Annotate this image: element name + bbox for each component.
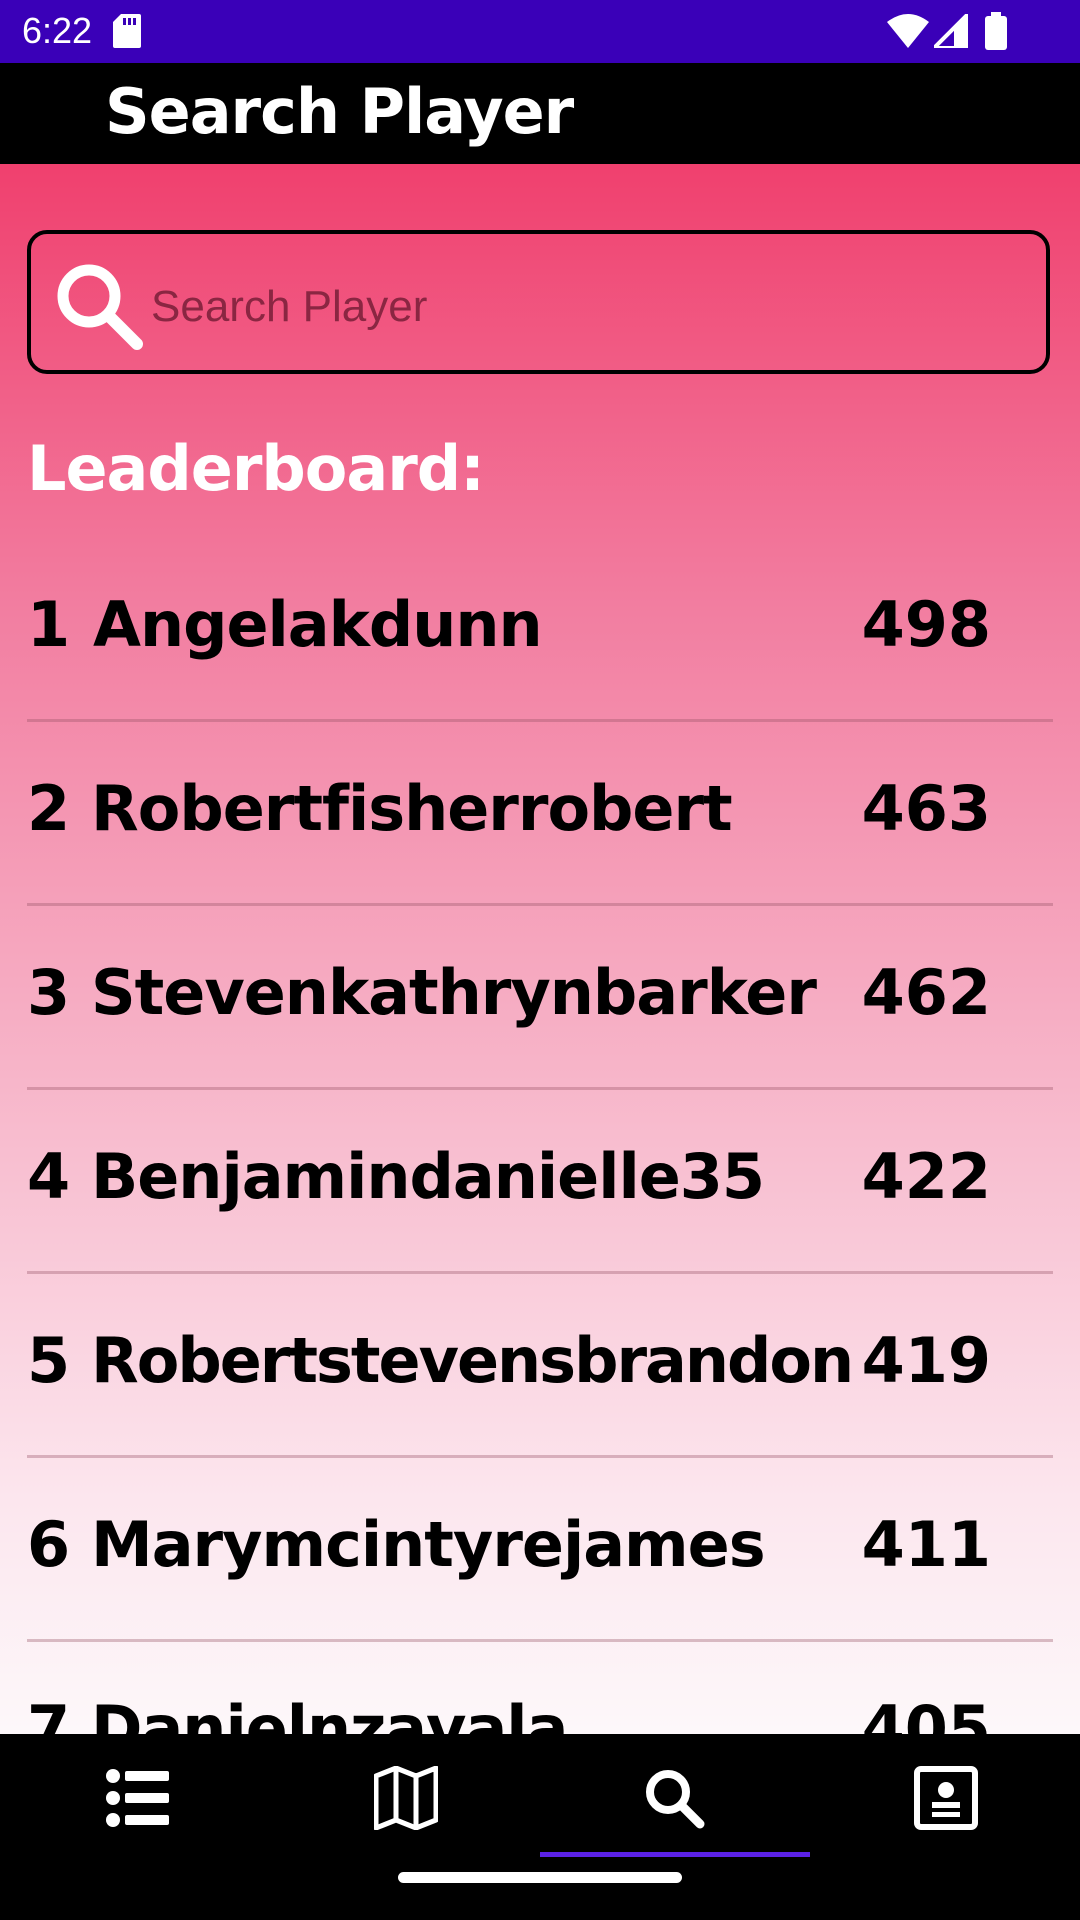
rank: 6 (27, 1508, 71, 1581)
player-name: Danielnzavala (91, 1692, 568, 1734)
app-bar: Search Player (0, 63, 1080, 164)
rank: 2 (27, 772, 71, 845)
search-input[interactable] (149, 262, 1013, 352)
rank: 7 (27, 1692, 71, 1734)
player-score: 463 (861, 772, 991, 845)
list-icon (106, 1769, 169, 1827)
leaderboard-title: Leaderboard: (27, 432, 485, 505)
rank: 5 (27, 1324, 71, 1397)
nav-item-profile[interactable] (869, 1756, 1019, 1840)
battery-icon (985, 12, 1007, 50)
status-bar: 6:22 (0, 0, 1080, 63)
search-box[interactable] (27, 230, 1050, 374)
player-name: Robertfisherrobert (91, 772, 733, 845)
nav-item-search[interactable] (597, 1756, 747, 1840)
player-score: 419 (861, 1324, 991, 1397)
nav-item-map[interactable] (329, 1756, 479, 1840)
rank: 4 (27, 1140, 71, 1213)
list-item[interactable]: 1 Angelakdunn 498 (27, 538, 1053, 722)
status-time: 6:22 (22, 10, 93, 51)
profile-icon (914, 1766, 978, 1830)
search-icon (646, 1770, 705, 1829)
player-score: 498 (861, 588, 991, 661)
player-name: Benjamindanielle35 (91, 1140, 765, 1213)
rank: 3 (27, 956, 71, 1029)
wifi-icon (887, 14, 929, 48)
list-item[interactable]: 4 Benjamindanielle35 422 (27, 1090, 1053, 1274)
list-item[interactable]: 6 Marymcintyrejames 411 (27, 1458, 1053, 1642)
map-icon (374, 1766, 438, 1830)
list-item[interactable]: 7 Danielnzavala 405 (27, 1642, 1053, 1734)
leaderboard-list: 1 Angelakdunn 498 2 Robertfisherrobert 4… (27, 538, 1053, 1734)
player-score: 462 (861, 956, 991, 1029)
rank: 1 (27, 588, 71, 661)
bottom-nav (0, 1734, 1080, 1920)
signal-icon (934, 14, 968, 48)
player-score: 405 (861, 1692, 991, 1734)
page-title: Search Player (105, 75, 574, 148)
player-name: Angelakdunn (93, 588, 543, 661)
player-score: 411 (861, 1508, 991, 1581)
list-item[interactable]: 3 Stevenkathrynbarker 462 (27, 906, 1053, 1090)
player-name: Marymcintyrejames (91, 1508, 766, 1581)
list-item[interactable]: 5 Robertstevensbrandon 419 (27, 1274, 1053, 1458)
nav-item-list[interactable] (60, 1756, 210, 1840)
home-gesture-bar[interactable] (398, 1872, 682, 1883)
player-name: Robertstevensbrandon (91, 1324, 854, 1397)
player-name: Stevenkathrynbarker (91, 956, 817, 1029)
player-score: 422 (861, 1140, 991, 1213)
search-icon (57, 264, 143, 350)
active-tab-indicator (540, 1852, 810, 1857)
sd-card-icon (113, 14, 141, 48)
list-item[interactable]: 2 Robertfisherrobert 463 (27, 722, 1053, 906)
main-content: Leaderboard: 1 Angelakdunn 498 2 Robertf… (0, 164, 1080, 1734)
